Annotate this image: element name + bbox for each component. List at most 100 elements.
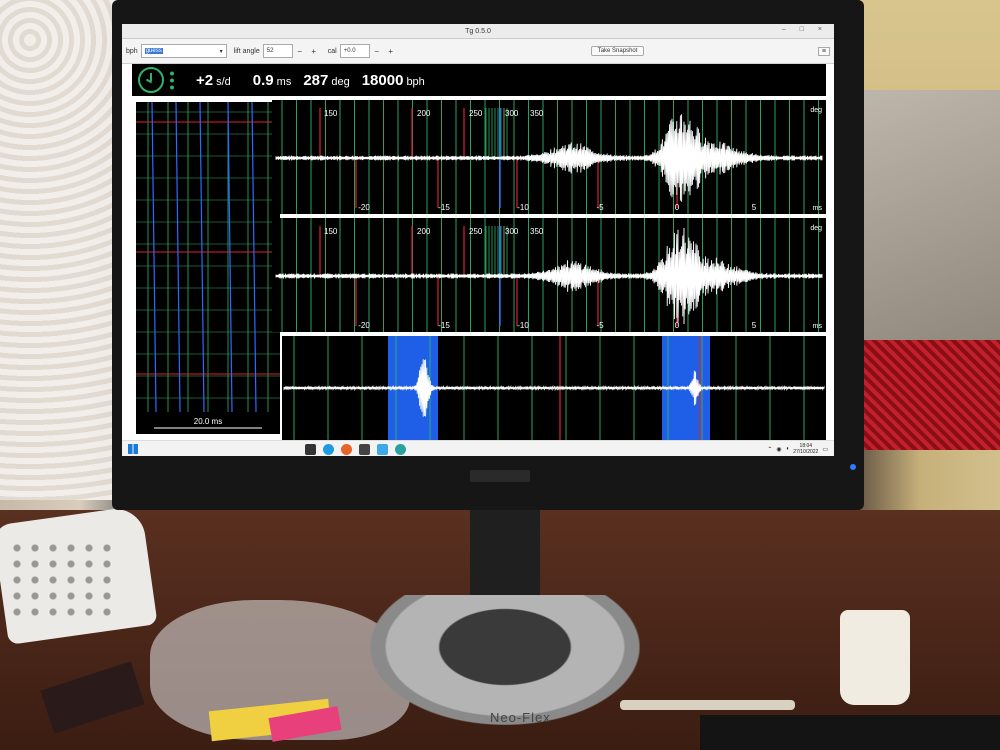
signal-waveform (275, 227, 823, 325)
deg-tick-label: 350 (530, 109, 544, 118)
bph-label: bph (126, 47, 138, 55)
ms-unit-label: ms (813, 323, 823, 330)
deg-tick-label: 250 (469, 227, 483, 236)
waveform-panel-bottom (282, 336, 826, 446)
amplitude-readout: 287 deg (303, 72, 349, 89)
deg-tick-label: 200 (417, 109, 431, 118)
screen: Tg 0.5.0 – □ × bph guess ▾ lift angle 52… (122, 24, 834, 456)
cal-plus-button[interactable]: + (384, 47, 398, 56)
menu-button[interactable]: ≡ (817, 46, 830, 56)
paper-strip-panel: 20.0 ms (134, 100, 282, 436)
amplitude-unit: deg (331, 75, 350, 88)
waveform-panel-top: 150 200 250 300 350 -20 -15 -10 -5 0 5 deg ms (272, 100, 826, 214)
window-title: Tg 0.5.0 (465, 27, 491, 35)
deg-tick-label: 150 (324, 109, 338, 118)
ms-tick-label: -20 (358, 203, 370, 212)
cal-stepper: +0.0 − + (339, 44, 398, 58)
waveform-bottom (283, 336, 825, 446)
ms-unit-label: ms (813, 205, 823, 212)
paper-beat-trace (175, 101, 181, 413)
waveform-panel-middle: 150 200 250 300 350 -20 -15 -10 -5 0 5 deg ms (272, 218, 826, 332)
ms-tick-label: 0 (675, 321, 680, 330)
paper-strip-plot: 20.0 ms (136, 101, 280, 429)
beat-error-value: 0.9 (252, 71, 274, 89)
power-led-icon (850, 464, 856, 470)
waveform-top: 150 200 250 300 350 -20 -15 -10 -5 0 5 deg ms (275, 100, 823, 214)
cal-input[interactable]: +0.0 (339, 44, 370, 58)
amplitude-value: 287 (303, 71, 329, 89)
ms-tick-label: -5 (596, 321, 604, 330)
store-icon[interactable] (377, 443, 388, 455)
bph-select-value: guess (144, 48, 163, 54)
paper-scale-label: 20.0 ms (194, 417, 222, 426)
lace-curtain (0, 0, 120, 500)
ms-tick-label: 5 (752, 203, 757, 212)
beat-error-readout: 0.9 ms (253, 72, 292, 89)
red-basket (862, 340, 1000, 450)
stand-brand-label: Neo-Flex (490, 710, 551, 725)
chevron-down-icon: ▾ (219, 48, 223, 55)
signal-waveform (275, 114, 823, 202)
signal-status-icon (170, 70, 174, 90)
bph-readout-unit: bph (406, 75, 425, 88)
lift-angle-input[interactable]: 52 (262, 44, 293, 58)
ms-tick-label: -10 (517, 203, 529, 212)
lift-angle-plus-button[interactable]: + (307, 47, 321, 56)
task-view-icon[interactable] (305, 443, 316, 455)
ms-tick-label: 0 (675, 203, 680, 212)
deg-tick-label: 150 (324, 227, 338, 236)
ms-tick-label: -20 (358, 321, 370, 330)
deg-unit-label: deg (810, 107, 822, 114)
firefox-icon[interactable] (341, 443, 352, 455)
ms-tick-label: -5 (596, 203, 604, 212)
cal-label: cal (327, 47, 337, 55)
rate-unit: s/d (216, 75, 231, 88)
bph-readout: 18000 bph (362, 72, 425, 89)
waveform-middle: 150 200 250 300 350 -20 -15 -10 -5 0 5 deg ms (275, 218, 823, 332)
take-snapshot-button[interactable]: Take Snapshot (590, 46, 645, 56)
ms-tick-label: -15 (438, 203, 450, 212)
rate-readout: +2 s/d (196, 72, 231, 89)
toolbar: bph guess ▾ lift angle 52 − + cal +0.0 −… (122, 39, 834, 64)
keyboard (700, 715, 1000, 750)
deg-tick-label: 300 (505, 109, 519, 118)
volume-icon[interactable]: ◖ (786, 446, 790, 452)
beat-highlight (662, 336, 710, 446)
window-controls[interactable]: – □ × (782, 26, 828, 33)
paper-beat-trace (251, 101, 257, 413)
deg-tick-label: 200 (417, 227, 431, 236)
deg-tick-label: 300 (505, 227, 519, 236)
ruler (620, 700, 795, 710)
network-icon[interactable]: ◉ (776, 446, 781, 453)
info-bar: +2 s/d 0.9 ms 287 deg 18000 bph (132, 64, 826, 96)
deg-tick-label: 250 (469, 109, 483, 118)
deg-tick-label: 350 (530, 227, 544, 236)
pen-pot (840, 610, 910, 705)
signal-waveform (283, 359, 825, 417)
clock-icon (138, 67, 164, 93)
windows-start-icon[interactable] (128, 444, 138, 454)
monitor-logo (470, 470, 530, 482)
lift-angle-minus-button[interactable]: − (293, 47, 307, 56)
lift-angle-label: lift angle (233, 47, 260, 55)
phone-keypad (8, 540, 118, 620)
notifications-icon[interactable]: ▭ (822, 446, 828, 453)
tray-clock[interactable]: 18:04 27/10/2022 (793, 443, 818, 455)
tray-chevron-icon[interactable]: ⌃ (767, 446, 772, 453)
ms-tick-label: -15 (438, 321, 450, 330)
cal-minus-button[interactable]: − (370, 47, 384, 56)
bph-readout-value: 18000 (361, 71, 404, 89)
deg-unit-label: deg (810, 225, 822, 232)
paper-beat-trace (227, 101, 233, 413)
title-bar: Tg 0.5.0 – □ × (122, 24, 834, 39)
file-explorer-icon[interactable] (359, 443, 370, 455)
lift-angle-stepper: 52 − + (262, 44, 321, 58)
tg-app-icon[interactable] (395, 443, 406, 455)
storage-box (860, 90, 1000, 350)
bph-select[interactable]: guess ▾ (140, 44, 227, 58)
edge-icon[interactable] (323, 443, 334, 455)
paper-beat-trace (199, 101, 205, 413)
rate-value: +2 (196, 71, 214, 89)
ms-tick-label: -10 (517, 321, 529, 330)
beat-error-unit: ms (276, 75, 292, 88)
